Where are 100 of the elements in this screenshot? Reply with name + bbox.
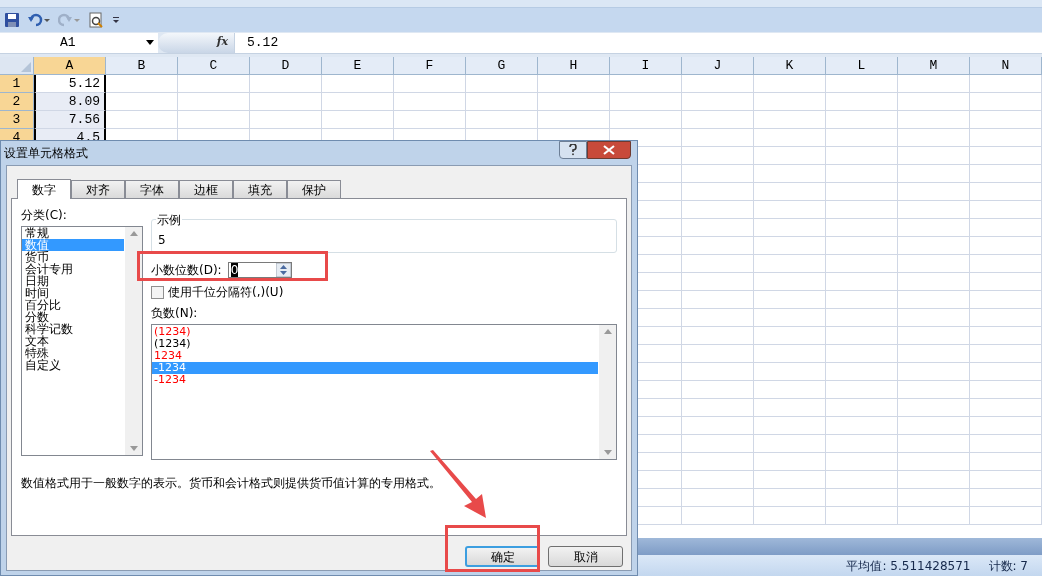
table-cell[interactable] [970,471,1042,489]
table-cell[interactable] [826,417,898,435]
table-cell[interactable] [754,363,826,381]
close-button[interactable] [587,141,631,159]
table-cell[interactable] [898,489,970,507]
column-header[interactable]: J [682,57,754,75]
column-header[interactable]: B [106,57,178,75]
scroll-down-icon[interactable] [603,450,612,455]
table-cell[interactable] [394,111,466,129]
table-cell[interactable] [754,183,826,201]
category-item[interactable]: 日期 [22,275,124,287]
table-cell[interactable] [682,75,754,93]
table-cell[interactable] [682,183,754,201]
table-cell[interactable] [826,291,898,309]
table-cell[interactable] [898,327,970,345]
table-cell[interactable] [898,435,970,453]
table-cell[interactable] [754,111,826,129]
scroll-up-icon[interactable] [129,231,138,236]
table-cell[interactable] [826,471,898,489]
column-header[interactable]: N [970,57,1042,75]
table-cell[interactable] [898,129,970,147]
table-cell[interactable] [826,93,898,111]
formula-field[interactable]: 5.12 [234,32,1042,53]
table-cell[interactable] [682,147,754,165]
table-cell[interactable] [826,111,898,129]
table-cell[interactable] [754,399,826,417]
table-cell[interactable] [898,255,970,273]
table-cell[interactable] [610,75,682,93]
negative-format-item[interactable]: (1234) [152,338,598,350]
table-cell[interactable] [898,201,970,219]
table-cell[interactable] [106,93,178,111]
table-cell[interactable] [754,417,826,435]
table-cell[interactable] [970,165,1042,183]
table-cell[interactable] [898,147,970,165]
table-cell[interactable] [970,291,1042,309]
table-cell[interactable] [826,435,898,453]
column-header[interactable]: C [178,57,250,75]
table-cell[interactable] [250,111,322,129]
row-header[interactable]: 1 [0,75,34,93]
table-cell[interactable] [898,291,970,309]
table-cell[interactable] [898,165,970,183]
table-cell[interactable] [106,111,178,129]
ok-button[interactable]: 确定 [465,546,540,567]
spin-arrows-icon[interactable] [275,263,291,277]
table-cell[interactable] [826,183,898,201]
table-cell[interactable] [970,453,1042,471]
table-cell[interactable]: 7.56 [34,111,106,129]
table-cell[interactable] [178,93,250,111]
table-cell[interactable] [682,93,754,111]
table-cell[interactable] [826,453,898,471]
name-box[interactable]: A1 [0,32,158,53]
table-cell[interactable] [682,309,754,327]
category-item[interactable]: 文本 [22,335,124,347]
table-cell[interactable] [970,273,1042,291]
table-cell[interactable] [970,489,1042,507]
table-cell[interactable] [970,111,1042,129]
table-cell[interactable] [970,129,1042,147]
tab[interactable]: 保护 [287,180,341,198]
table-cell[interactable] [754,75,826,93]
tab[interactable]: 数字 [17,179,71,199]
category-item[interactable]: 常规 [22,227,124,239]
table-cell[interactable] [682,165,754,183]
scroll-up-icon[interactable] [603,329,612,334]
table-cell[interactable] [682,489,754,507]
column-header[interactable]: I [610,57,682,75]
table-cell[interactable] [826,219,898,237]
category-item[interactable]: 自定义 [22,359,124,371]
table-cell[interactable] [754,471,826,489]
table-cell[interactable] [754,309,826,327]
table-cell[interactable] [826,75,898,93]
dropdown-icon[interactable] [146,40,154,45]
scroll-down-icon[interactable] [129,446,138,451]
table-cell[interactable] [970,237,1042,255]
column-header[interactable]: A [34,57,106,75]
table-cell[interactable] [898,507,970,525]
table-cell[interactable] [754,129,826,147]
category-item[interactable]: 时间 [22,287,124,299]
table-cell[interactable]: 5.12 [34,75,106,93]
table-cell[interactable] [322,75,394,93]
table-cell[interactable] [826,255,898,273]
table-cell[interactable] [682,471,754,489]
table-cell[interactable] [970,507,1042,525]
table-cell[interactable] [682,327,754,345]
table-cell[interactable] [970,435,1042,453]
table-cell[interactable] [250,93,322,111]
negative-format-item[interactable]: -1234 [152,374,598,386]
table-cell[interactable] [754,291,826,309]
table-cell[interactable] [970,399,1042,417]
table-cell[interactable] [970,327,1042,345]
table-cell[interactable] [898,273,970,291]
table-cell[interactable] [754,507,826,525]
table-cell[interactable] [538,75,610,93]
category-item[interactable]: 分数 [22,311,124,323]
table-cell[interactable] [682,201,754,219]
category-item[interactable]: 货币 [22,251,124,263]
table-cell[interactable] [178,75,250,93]
table-cell[interactable] [898,345,970,363]
print-preview-icon[interactable] [88,12,104,28]
table-cell[interactable] [826,489,898,507]
table-cell[interactable] [898,363,970,381]
